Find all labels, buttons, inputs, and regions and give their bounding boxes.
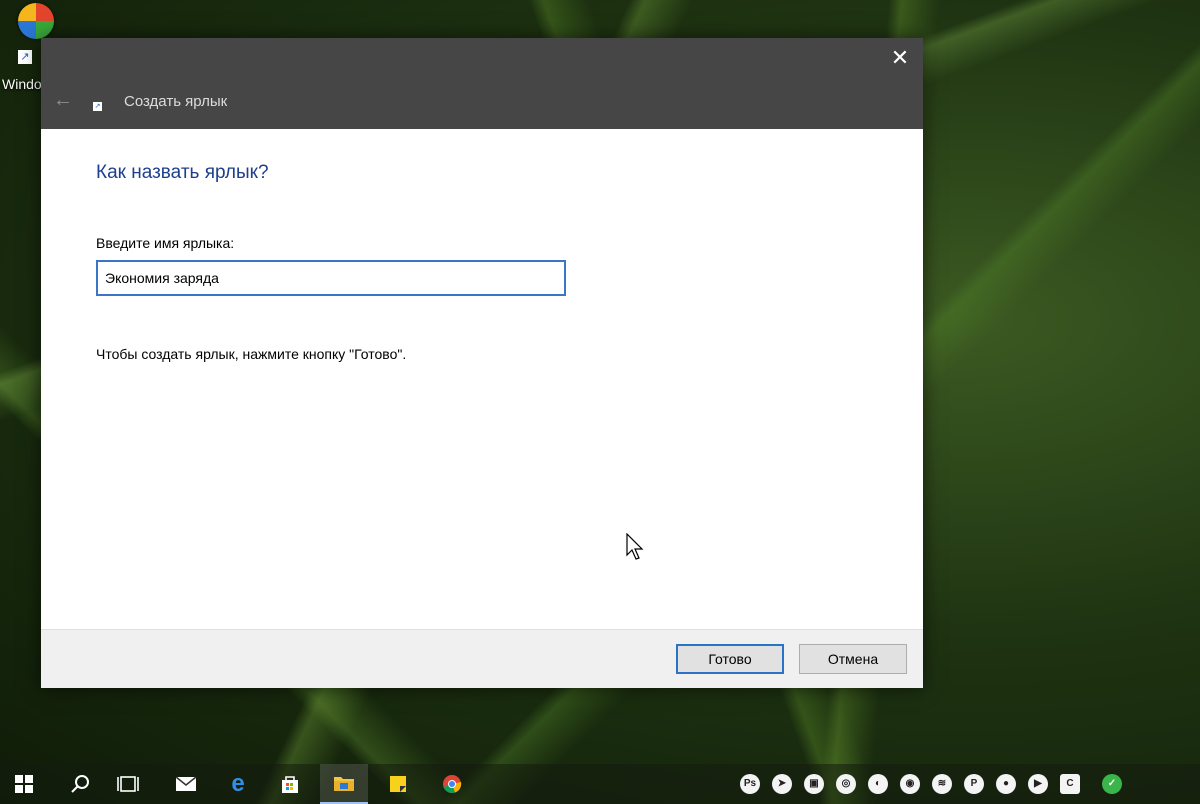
windows-media-player-icon — [18, 3, 54, 39]
instruction-text: Чтобы создать ярлык, нажмите кнопку "Гот… — [96, 346, 407, 362]
close-button[interactable]: ✕ — [877, 38, 923, 78]
app-tray-icon[interactable]: ◐ — [868, 774, 888, 794]
chrome-tray-icon[interactable]: ◎ — [836, 774, 856, 794]
finish-button[interactable]: Готово — [676, 644, 784, 674]
task-view-button[interactable] — [104, 764, 152, 804]
task-view-icon — [117, 776, 139, 792]
cancel-button[interactable]: Отмена — [799, 644, 907, 674]
shortcut-arrow-icon: ↗ — [18, 50, 32, 64]
taskbar: e Ps ➤ ▣ ◎ ◐ ◉ ≋ P ● ▶ C ✓ — [0, 764, 1200, 804]
create-shortcut-dialog: ✕ ← ↗ Создать ярлык Как назвать ярлык? В… — [41, 38, 923, 688]
chrome-app[interactable] — [428, 764, 476, 804]
search-button[interactable] — [56, 764, 104, 804]
shortcut-name-label: Введите имя ярлыка: — [96, 235, 235, 251]
file-explorer-app[interactable] — [320, 764, 368, 804]
app-tray-icon[interactable]: ✓ — [1102, 774, 1122, 794]
edge-icon: e — [231, 770, 245, 797]
photoshop-tray-icon[interactable]: Ps — [740, 774, 760, 794]
app-tray-icon[interactable]: ● — [996, 774, 1016, 794]
app-tray-icon[interactable]: ◉ — [900, 774, 920, 794]
windows-logo-icon — [15, 775, 33, 793]
back-button[interactable]: ← — [51, 88, 75, 112]
app-tray-icon[interactable]: ▶ — [1028, 774, 1048, 794]
start-button[interactable] — [0, 764, 48, 804]
mail-icon — [175, 776, 197, 791]
search-icon — [71, 775, 89, 793]
c-tray-icon[interactable]: C — [1060, 774, 1080, 794]
sticky-notes-app[interactable] — [374, 764, 422, 804]
shortcut-name-input[interactable] — [96, 260, 566, 296]
photos-tray-icon[interactable]: ▣ — [804, 774, 824, 794]
store-app[interactable] — [266, 764, 314, 804]
dialog-titlebar: ✕ ← ↗ Создать ярлык — [41, 38, 923, 129]
shortcut-wizard-icon: ↗ — [93, 102, 102, 111]
edge-app[interactable]: e — [214, 764, 262, 804]
wizard-title: Создать ярлык — [124, 93, 228, 110]
folder-icon — [334, 777, 354, 791]
sticky-notes-icon — [390, 776, 406, 792]
dialog-footer: Готово Отмена — [41, 629, 923, 688]
desktop-icon-label: Windows Media Player — [2, 76, 42, 92]
page-heading: Как назвать ярлык? — [96, 162, 269, 183]
telegram-tray-icon[interactable]: ➤ — [772, 774, 792, 794]
mouse-pointer-icon — [626, 533, 644, 560]
mail-app[interactable] — [162, 764, 210, 804]
store-icon — [282, 776, 298, 793]
chrome-icon — [443, 775, 462, 794]
p-tray-icon[interactable]: P — [964, 774, 984, 794]
app-tray-icon[interactable]: ≋ — [932, 774, 952, 794]
